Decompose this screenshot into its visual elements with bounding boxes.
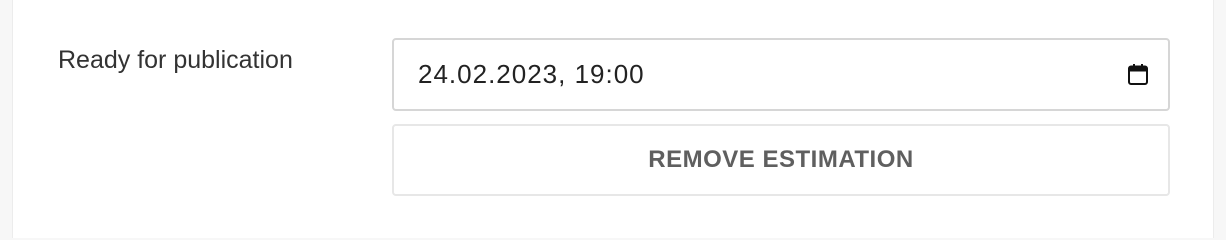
publication-datetime-input[interactable]: 24.02.2023, 19:00 <box>392 38 1170 111</box>
datetime-value: 24.02.2023, 19:00 <box>418 59 645 89</box>
remove-estimation-label: REMOVE ESTIMATION <box>648 146 914 173</box>
estimation-panel: Ready for publication 24.02.2023, 19:00 … <box>12 0 1214 238</box>
remove-estimation-button[interactable]: REMOVE ESTIMATION <box>392 124 1170 196</box>
ready-for-publication-label: Ready for publication <box>58 46 293 74</box>
calendar-icon[interactable] <box>1126 63 1150 87</box>
